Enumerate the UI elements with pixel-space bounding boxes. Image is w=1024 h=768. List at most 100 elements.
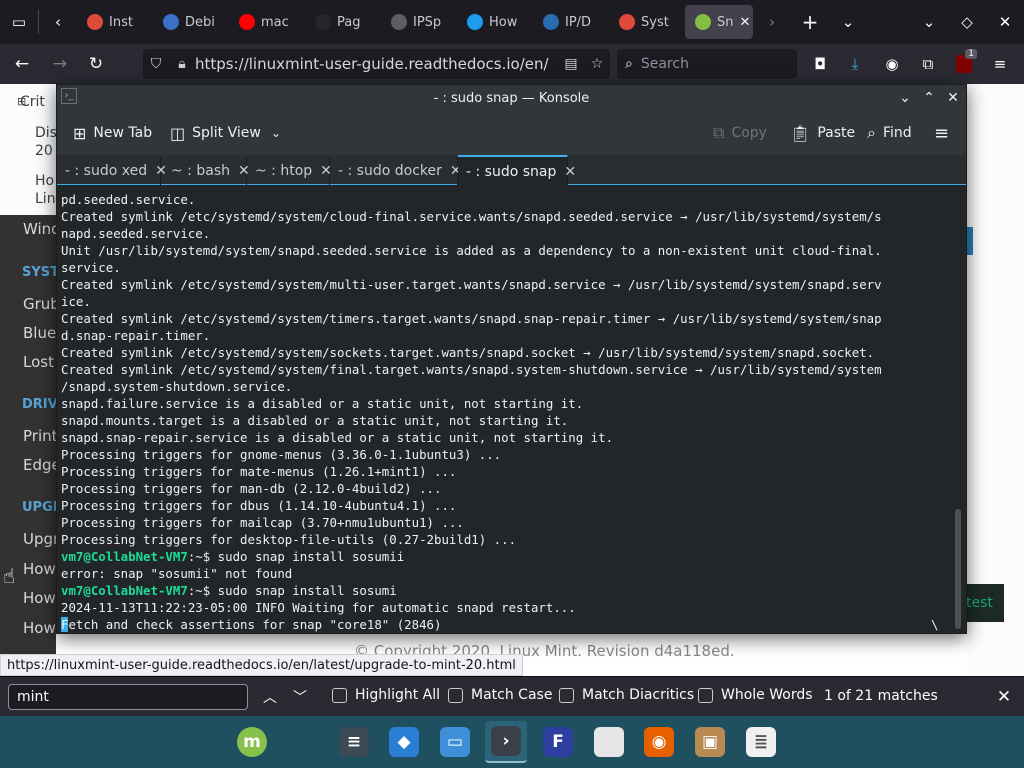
konsole-tab[interactable]: - : sudo xed ✕ [57, 157, 167, 185]
checkbox-box[interactable] [698, 687, 713, 703]
taskbar-document[interactable]: ≣ [740, 721, 782, 763]
lock-icon[interactable]: 🔒︎ [169, 56, 195, 72]
terminal-output[interactable]: pd.seeded.service. Created symlink /etc/s… [59, 186, 949, 633]
bookmark-star-icon[interactable]: ☆ [584, 56, 610, 72]
tab-label: Debi [185, 14, 215, 30]
sidebar-item[interactable]: How [23, 619, 56, 637]
sidebar-item[interactable]: Upgr [23, 530, 59, 548]
tracking-shield-icon[interactable]: ⛉ [143, 56, 169, 72]
konsole-tab[interactable]: - : sudo docker ✕ [330, 157, 462, 185]
restore-window-icon[interactable]: ◇ [948, 0, 986, 44]
sidebar-link[interactable]: Dis [35, 125, 57, 141]
sidebar-link[interactable]: Ho [35, 173, 54, 189]
search-placeholder: Search [640, 56, 689, 72]
maximize-icon[interactable]: ⌃ [917, 85, 941, 111]
highlight-all-checkbox[interactable]: Highlight All [332, 687, 440, 703]
terminal-line: /snapd.system-shutdown.service. [61, 379, 293, 394]
test-button[interactable]: test [966, 584, 1004, 622]
browser-tab[interactable]: IPSp [381, 5, 457, 39]
match-case-checkbox[interactable]: Match Case [448, 687, 552, 703]
match-diacritics-checkbox[interactable]: Match Diacritics [559, 687, 694, 703]
sidebar-item[interactable]: Grub [23, 295, 60, 313]
minimize-window-icon[interactable]: ⌄ [910, 0, 948, 44]
scroll-tabs-right-icon[interactable]: › [753, 0, 791, 44]
taskbar-files[interactable]: ▭ [434, 721, 476, 763]
minimize-icon[interactable]: ⌄ [893, 85, 917, 111]
konsole-titlebar[interactable]: ›_ - : sudo snap — Konsole ⌄ ⌃ ✕ [57, 85, 966, 111]
checkbox-box[interactable] [559, 687, 574, 703]
find-button[interactable]: ⌕ Find [867, 111, 912, 155]
taskbar-terminal[interactable]: › [485, 721, 527, 763]
taskbar-mint-menu[interactable]: m [231, 721, 273, 763]
pocket-icon[interactable]: ◘ [803, 44, 837, 84]
sidebar-item[interactable]: How [23, 589, 56, 607]
whole-words-checkbox[interactable]: Whole Words [698, 687, 813, 703]
taskbar-archive[interactable]: ▣ [689, 721, 731, 763]
tab-overflow-chevron-icon[interactable]: ⌄ [829, 0, 867, 44]
checkbox-box[interactable] [332, 687, 347, 703]
find-next-icon[interactable]: ﹀ [288, 685, 312, 709]
app-menu-icon[interactable]: ≡ [983, 44, 1017, 84]
taskbar-text-editor[interactable] [588, 721, 630, 763]
split-view-button[interactable]: ◫ Split View ⌄ [170, 111, 281, 155]
paste-button[interactable]: 📋︎ Paste [790, 111, 855, 155]
sidebar-item[interactable]: Lost [23, 353, 54, 371]
sidebar-item[interactable]: How [23, 560, 56, 578]
konsole-tab[interactable]: ~ : bash ✕ [163, 157, 250, 185]
browser-tab[interactable]: mac [229, 5, 305, 39]
browser-tab[interactable]: Inst [77, 5, 153, 39]
konsole-tab-active[interactable]: - : sudo snap ✕ [458, 155, 576, 186]
taskbar-app-f[interactable]: F [537, 721, 579, 763]
extensions-icon[interactable]: ⧉ [911, 44, 945, 84]
scrollbar-thumb[interactable] [955, 509, 961, 629]
close-findbar-icon[interactable]: ✕ [992, 685, 1016, 709]
account-icon[interactable]: ◉ [875, 44, 909, 84]
scroll-tabs-left-icon[interactable]: ‹ [39, 0, 77, 44]
downloads-icon[interactable]: ⤓ [838, 44, 872, 84]
terminal-line: Fetch and check assertions for snap "cor… [61, 616, 949, 633]
hamburger-menu-icon[interactable]: ≡ [934, 111, 949, 155]
close-tab-icon[interactable]: ✕ [564, 164, 576, 180]
copy-button[interactable]: ⧉ Copy [713, 111, 767, 155]
forward-arrow-icon[interactable]: → [42, 44, 78, 84]
new-tab-icon: ⊞ [73, 123, 87, 143]
close-window-icon[interactable]: ✕ [986, 0, 1024, 44]
browser-tab[interactable]: How [457, 5, 533, 39]
new-tab-icon[interactable]: + [791, 0, 829, 44]
konsole-app-icon[interactable]: ›_ [61, 88, 77, 104]
system-taskbar: m ≡ ◆ ▭ › F ◉ ▣ ≣ [0, 716, 1024, 768]
browser-tab[interactable]: Debi [153, 5, 229, 39]
browser-tab[interactable]: Pag [305, 5, 381, 39]
tab-label: Inst [109, 14, 133, 30]
terminal-line: Processing triggers for mate-menus (1.26… [61, 464, 457, 479]
taskbar-settings[interactable]: ≡ [333, 721, 375, 763]
sidebar-link[interactable]: 20 [35, 143, 53, 159]
new-tab-button[interactable]: ⊞ New Tab [73, 111, 152, 155]
taskbar-software[interactable]: ◆ [383, 721, 425, 763]
browser-tab[interactable]: IP/D [533, 5, 609, 39]
url-bar[interactable]: ⛉ 🔒︎ https://linuxmint-user-guide.readth… [143, 49, 610, 79]
tab-label: - : sudo docker [338, 163, 442, 179]
list-all-tabs-icon[interactable]: ▭ [0, 0, 38, 44]
browser-tab-active[interactable]: Sn ✕ [685, 5, 753, 39]
ublock-extension-icon[interactable]: 1 [947, 44, 981, 84]
sidebar-link[interactable]: Lin [35, 191, 56, 207]
url-text[interactable]: https://linuxmint-user-guide.readthedocs… [195, 55, 558, 73]
find-previous-icon[interactable]: ︿ [258, 685, 282, 709]
reader-view-icon[interactable]: ▤ [558, 56, 584, 72]
tab-label: IP/D [565, 14, 592, 30]
browser-tab[interactable]: Syst [609, 5, 685, 39]
close-icon[interactable]: ✕ [941, 85, 965, 111]
back-arrow-icon[interactable]: ← [4, 44, 40, 84]
close-tab-icon[interactable]: ✕ [740, 15, 751, 30]
taskbar-firefox[interactable]: ◉ [638, 721, 680, 763]
reload-icon[interactable]: ↻ [78, 44, 114, 84]
favicon-icon [543, 14, 559, 30]
search-bar[interactable]: ⌕ Search [617, 49, 797, 79]
find-input[interactable]: mint [8, 684, 248, 710]
terminal-scrollbar[interactable] [951, 186, 965, 633]
sidebar-expand-icon[interactable]: ⊟ [17, 95, 26, 108]
konsole-tab[interactable]: ~ : htop ✕ [247, 157, 332, 185]
browser-tab-strip: ▭ ‹ Inst Debi mac Pag IPSp How IP/D Syst… [0, 0, 1024, 44]
checkbox-box[interactable] [448, 687, 463, 703]
